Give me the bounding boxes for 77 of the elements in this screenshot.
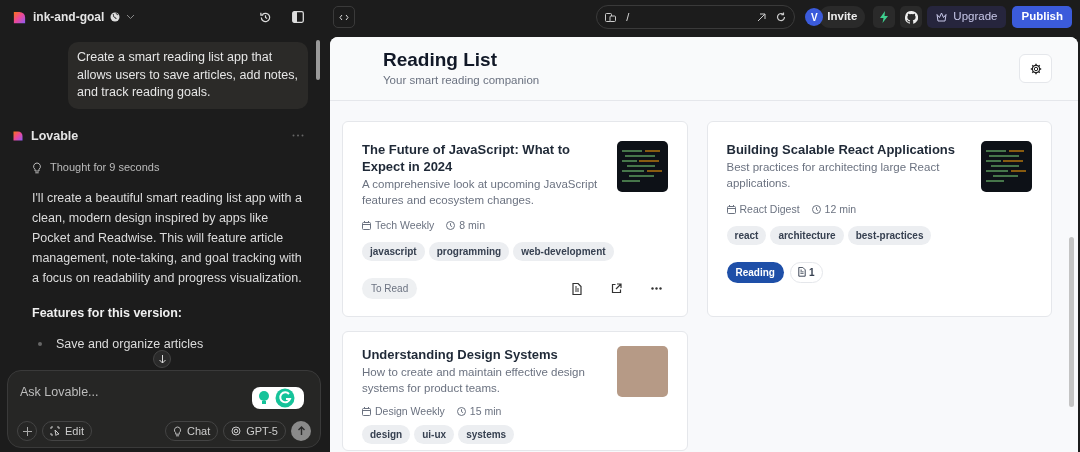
chat-input-field[interactable]: Ask Lovable... [20, 383, 240, 402]
user-avatar[interactable]: V [805, 8, 824, 26]
send-button[interactable] [291, 421, 311, 441]
url-path: / [626, 9, 631, 25]
tag[interactable]: javascript [362, 241, 425, 261]
bolt-icon [879, 11, 890, 23]
plus-icon [22, 426, 32, 436]
more-icon [651, 287, 662, 291]
article-title[interactable]: Understanding Design Systems [362, 346, 603, 363]
refresh-icon[interactable] [776, 12, 787, 22]
page-subtitle: Your smart reading companion [383, 72, 541, 88]
article-summary: A comprehensive look at upcoming JavaScript features and ecosystem changes. [362, 177, 599, 208]
tag[interactable]: best-practices [847, 225, 932, 245]
scrollbar-thumb[interactable] [316, 40, 320, 80]
more-icon[interactable] [292, 134, 304, 138]
reading-time: 15 min [469, 404, 502, 419]
select-icon [50, 426, 60, 436]
note-icon [797, 267, 806, 278]
tag[interactable]: design [362, 424, 411, 444]
bolt-button[interactable] [873, 6, 896, 28]
thought-duration[interactable]: Thought for 9 seconds [50, 159, 160, 176]
features-heading: Features for this version: [32, 304, 184, 322]
github-icon [904, 10, 918, 24]
article-title[interactable]: Building Scalable React Applications [726, 141, 967, 158]
bullet-item: Save and organize articles [56, 335, 204, 353]
article-source: Design Weekly [375, 404, 445, 419]
status-badge[interactable]: Reading [726, 261, 784, 283]
calendar-icon [362, 407, 371, 417]
tag[interactable]: systems [458, 424, 515, 444]
github-button[interactable] [900, 6, 923, 28]
article-title[interactable]: The Future of JavaScript: What to Expect in 2024 [362, 141, 603, 175]
article-source: Tech Weekly [375, 218, 435, 233]
assistant-name: Lovable [31, 127, 79, 145]
user-message: Create a smart reading list app that allows users to save articles, add notes, and track reading goals. [68, 42, 308, 109]
history-icon[interactable] [259, 10, 272, 24]
tag[interactable]: react [726, 225, 767, 245]
article-source: React Digest [739, 202, 800, 217]
sidebar-toggle-icon[interactable] [292, 11, 304, 23]
lightbulb-icon [172, 425, 182, 437]
project-name[interactable]: ink-and-goal [33, 8, 105, 26]
chevron-down-icon[interactable] [126, 14, 136, 20]
bullet-icon [38, 341, 42, 346]
page-title: Reading List [383, 47, 498, 72]
crown-icon [936, 12, 948, 22]
code-icon [339, 13, 349, 21]
scrollbar-thumb[interactable] [1069, 237, 1074, 407]
calendar-icon [726, 205, 736, 215]
devices-icon[interactable] [605, 12, 617, 22]
article-summary: Best practices for architecting large React applications. [726, 160, 941, 191]
code-view-button[interactable] [333, 6, 355, 28]
clock-icon [446, 221, 456, 231]
publish-button[interactable]: Publish [1012, 6, 1072, 28]
document-icon [571, 282, 582, 295]
tag[interactable]: ui-ux [414, 424, 455, 444]
gear-icon [1029, 62, 1042, 75]
external-link-icon [611, 283, 622, 295]
arrow-down-icon [157, 354, 167, 364]
external-link-icon[interactable] [757, 12, 767, 22]
tag[interactable]: web-development [513, 241, 614, 261]
clock-icon [456, 407, 466, 417]
reading-time: 12 min [824, 202, 857, 217]
tag[interactable]: programming [428, 241, 510, 261]
grammar-assistant-icon[interactable] [252, 387, 304, 409]
article-summary: How to create and maintain effective design systems for product teams. [362, 365, 586, 396]
lightbulb-icon [32, 161, 42, 174]
arrow-up-icon [296, 426, 306, 436]
assistant-message: I'll create a beautiful smart reading list app with a clean, modern design inspired by apps like Pocket and Readwise. This will feature article management, note-taking, and goal tracking with a focus on readability and progress visualization. [32, 189, 303, 287]
model-icon [231, 426, 242, 436]
clock-icon [811, 205, 821, 215]
status-badge[interactable]: To Read [362, 278, 418, 300]
scroll-down-button[interactable] [153, 350, 171, 368]
reading-time: 8 min [459, 218, 486, 233]
upgrade-button[interactable]: Upgrade [927, 6, 1007, 28]
settings-button[interactable] [1019, 54, 1052, 83]
calendar-icon [362, 221, 371, 231]
invite-button[interactable]: Invite [819, 6, 866, 28]
tag[interactable]: architecture [770, 225, 844, 245]
